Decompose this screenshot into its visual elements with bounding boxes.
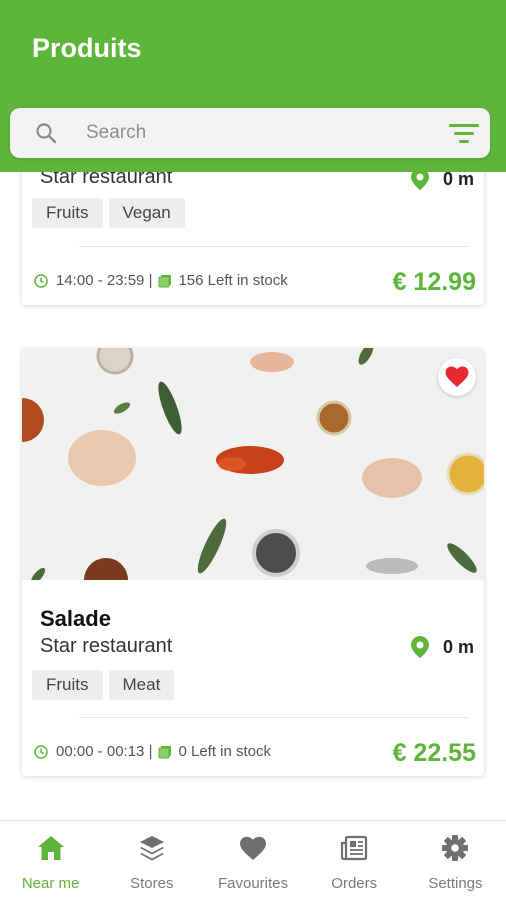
tab-label: Orders (331, 875, 378, 892)
tag-chip: Meat (108, 670, 175, 700)
product-tags: Fruits Vegan (32, 198, 191, 228)
product-tags: Fruits Meat (32, 670, 180, 700)
pickup-hours: 00:00 - 00:13 | (56, 743, 153, 760)
tab-stores[interactable]: Stores (101, 821, 202, 900)
card-divider (78, 246, 468, 247)
tab-label: Settings (428, 875, 483, 892)
heart-filled-icon (445, 366, 469, 387)
stock-count: 156 Left in stock (178, 272, 288, 289)
product-title: Salade (40, 606, 111, 631)
product-meta: 14:00 - 23:59 | 156 Left in stock (34, 272, 288, 289)
bottom-tab-bar: Near me Stores Favourites Orders Setting… (0, 820, 506, 900)
stock-icon (158, 745, 172, 758)
card-divider (78, 717, 468, 718)
page-title: Produits (32, 33, 142, 63)
product-price: € 22.55 (392, 739, 476, 767)
product-image (22, 348, 484, 602)
heart-icon (240, 836, 266, 860)
tab-label: Near me (21, 875, 80, 892)
tab-label: Stores (130, 875, 174, 892)
spices-photo (22, 348, 484, 602)
newspaper-icon (341, 835, 368, 861)
stock-icon (158, 274, 172, 287)
product-price: € 12.99 (392, 268, 476, 296)
tab-orders[interactable]: Orders (304, 821, 405, 900)
stock-count: 0 Left in stock (178, 743, 272, 760)
search-input[interactable] (86, 117, 426, 149)
tab-near-me[interactable]: Near me (0, 821, 101, 900)
tab-label: Favourites (217, 875, 289, 892)
product-card-body: Salade Star restaurant 0 m Fruits Meat 0… (22, 580, 484, 776)
filter-icon[interactable] (448, 121, 480, 145)
tag-chip: Fruits (32, 198, 103, 228)
tag-chip: Vegan (108, 198, 185, 228)
app-screen: Star restaurant 0 m Fruits Vegan 14:00 -… (0, 0, 506, 900)
product-store-name: Star restaurant (40, 635, 173, 657)
product-distance: 0 m (410, 636, 474, 658)
location-pin-icon (410, 636, 429, 658)
distance-value: 0 m (442, 636, 474, 657)
tab-favourites[interactable]: Favourites (202, 821, 303, 900)
clock-icon (34, 744, 48, 759)
favourite-button[interactable] (438, 358, 476, 396)
tag-chip: Fruits (32, 670, 103, 700)
product-card[interactable]: Salade Star restaurant 0 m Fruits Meat 0… (22, 348, 484, 776)
clock-icon (34, 273, 48, 288)
search-bar[interactable] (10, 108, 490, 158)
product-meta: 00:00 - 00:13 | 0 Left in stock (34, 743, 271, 760)
gear-icon (442, 835, 469, 861)
app-header: Produits (0, 0, 506, 172)
tab-settings[interactable]: Settings (405, 821, 506, 900)
layers-icon (139, 836, 164, 861)
pickup-hours: 14:00 - 23:59 | (56, 272, 153, 289)
search-icon (36, 123, 57, 144)
home-icon (37, 836, 64, 860)
